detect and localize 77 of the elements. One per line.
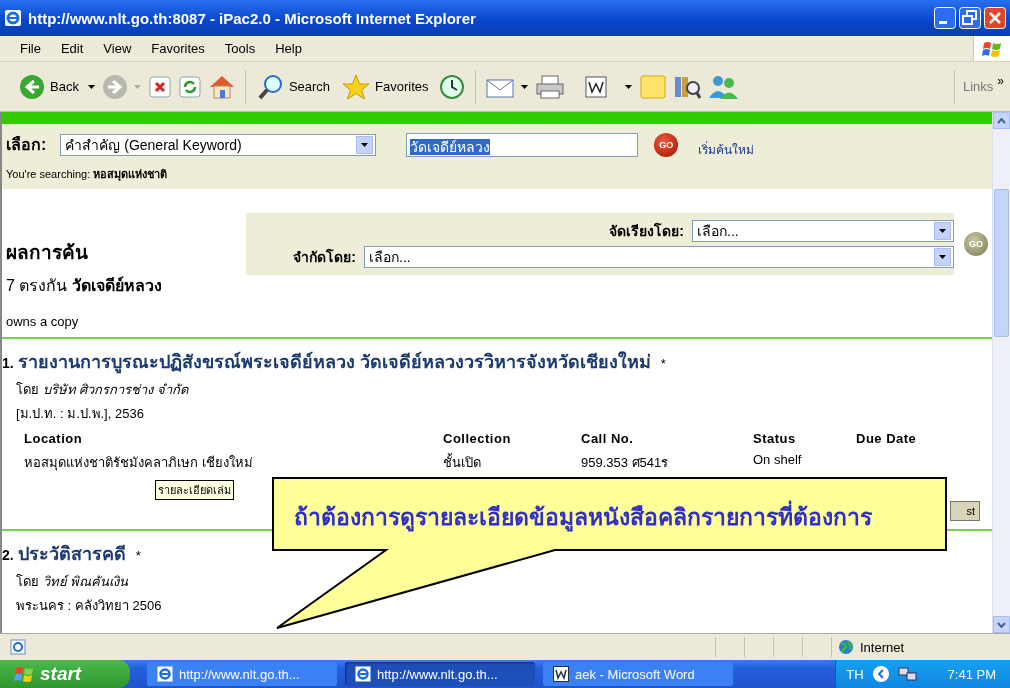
refresh-icon[interactable]	[177, 74, 202, 99]
results-count: 7 ตรงกัน วัดเจดีย์หลวง	[6, 275, 163, 296]
table-cell-text: On shelf	[753, 452, 803, 469]
menu-item[interactable]: Favorites	[143, 39, 213, 58]
go-button[interactable]: GO	[654, 132, 679, 157]
document-w-icon[interactable]	[584, 75, 607, 98]
chevron-left-icon[interactable]	[871, 665, 890, 683]
record-title-link[interactable]: ประวัติสารคดี	[17, 539, 126, 568]
record-number: 1.	[2, 355, 14, 371]
close-icon[interactable]	[984, 7, 1006, 29]
limit-label: จำกัดโดย:	[293, 247, 356, 267]
author-line: โดย บริษัท ศิวกรการช่าง จำกัด	[15, 381, 190, 399]
author-line: โดย วิทย์ พิณคันเงิน	[15, 573, 130, 591]
dropdown-caret-icon[interactable]	[520, 83, 529, 90]
clock: 7:41 PM	[947, 666, 996, 682]
minimize-icon[interactable]	[934, 7, 956, 29]
stop-icon[interactable]	[147, 74, 172, 99]
sort-label: จัดเรียงโดย:	[609, 221, 684, 241]
table-cell-text: หอสมุดแห่งชาติรัชมังคลาภิเษก เชียงใหม่	[24, 454, 254, 473]
back-button[interactable]: Back	[16, 70, 82, 103]
menu-item[interactable]: Tools	[216, 39, 264, 58]
dropdown-arrow-icon[interactable]	[938, 254, 947, 260]
imprint-line: [ม.ป.ท. : ม.ป.พ.], 2536	[15, 405, 145, 423]
taskbar-button[interactable]: http://www.nlt.go.th...	[147, 662, 337, 686]
menu-item[interactable]: View	[95, 39, 140, 58]
record-title-link[interactable]: รายงานการบูรณะปฏิสังขรณ์พระเจดีย์หลวง วัดเจดีย์หลวงวรวิหารจังหวัดเชียงใหม่	[17, 347, 651, 376]
record-mark: *	[135, 548, 141, 563]
taskbar-button[interactable]: http://www.nlt.go.th...	[345, 662, 535, 686]
tooltip: รายละเอียดเล่ม	[155, 480, 234, 500]
printer-icon[interactable]	[534, 73, 565, 100]
table-cell-text: 959.353 ศ541ร	[581, 454, 670, 472]
record-mark: *	[660, 356, 666, 371]
links-button[interactable]: Links	[962, 79, 994, 94]
network-icon[interactable]	[897, 665, 918, 683]
search-button[interactable]: Search	[254, 70, 334, 103]
toolbar-overflow-chevron[interactable]: »	[997, 73, 1004, 88]
search-input[interactable]: วัดเจดีย์หลวง	[406, 132, 639, 157]
windows-flag-icon	[14, 665, 34, 683]
favorites-button[interactable]: Favorites	[339, 70, 432, 103]
field-label: เลือก:	[6, 135, 47, 155]
history-icon[interactable]	[437, 73, 466, 100]
owns-copy-text: owns a copy	[5, 313, 80, 329]
column-header: Location	[24, 431, 84, 446]
scrollbar-thumb[interactable]	[994, 189, 1009, 337]
column-header: Status	[753, 431, 797, 446]
menu-item[interactable]: File	[12, 39, 49, 58]
security-zone-label: Internet	[860, 639, 905, 655]
dropdown-caret-icon[interactable]	[87, 83, 96, 90]
dropdown-caret-icon[interactable]	[624, 83, 633, 90]
searching-line: You're searching: หอสมุดแห่งชาติ	[6, 167, 169, 183]
results-heading: ผลการค้น	[6, 241, 89, 265]
scroll-down-icon[interactable]	[997, 621, 1006, 628]
dropdown-arrow-icon[interactable]	[360, 141, 369, 148]
record-number: 2.	[2, 547, 14, 563]
word-document-icon	[553, 666, 569, 682]
star-icon	[342, 73, 371, 100]
window-title: http://www.nlt.go.th:8087 - iPac2.0 - Microsoft Internet Explorer	[28, 9, 477, 27]
column-header: Call No.	[581, 431, 635, 446]
globe-icon	[838, 639, 854, 655]
table-cell-text: ชั้นเปิด	[443, 452, 482, 472]
menu-item[interactable]: Edit	[52, 39, 92, 58]
restore-icon[interactable]	[959, 7, 981, 29]
sort-dropdown[interactable]: เลือก...	[692, 220, 954, 242]
new-search-link[interactable]: เริ่มค้นใหม่	[698, 140, 755, 159]
taskbar-button[interactable]: aek - Microsoft Word	[543, 662, 733, 686]
dropdown-arrow-icon[interactable]	[938, 228, 947, 234]
list-button[interactable]: st	[950, 501, 980, 521]
callout-text: ถ้าต้องการดูรายละเอียดข้อมูลหนังสือคลิกรายการที่ต้องการ	[294, 499, 872, 535]
search-icon	[257, 73, 284, 100]
imprint-line: พระนคร : คลังวิทยา 2506	[15, 597, 163, 615]
limit-dropdown[interactable]: เลือก...	[364, 246, 954, 268]
column-header: Collection	[443, 431, 512, 446]
column-header: Due Date	[856, 431, 918, 446]
people-icon[interactable]	[706, 73, 739, 100]
scroll-up-icon[interactable]	[997, 117, 1006, 124]
search-type-dropdown[interactable]: คำสำคัญ (General Keyword)	[60, 133, 377, 156]
menu-item[interactable]: Help	[267, 39, 310, 58]
